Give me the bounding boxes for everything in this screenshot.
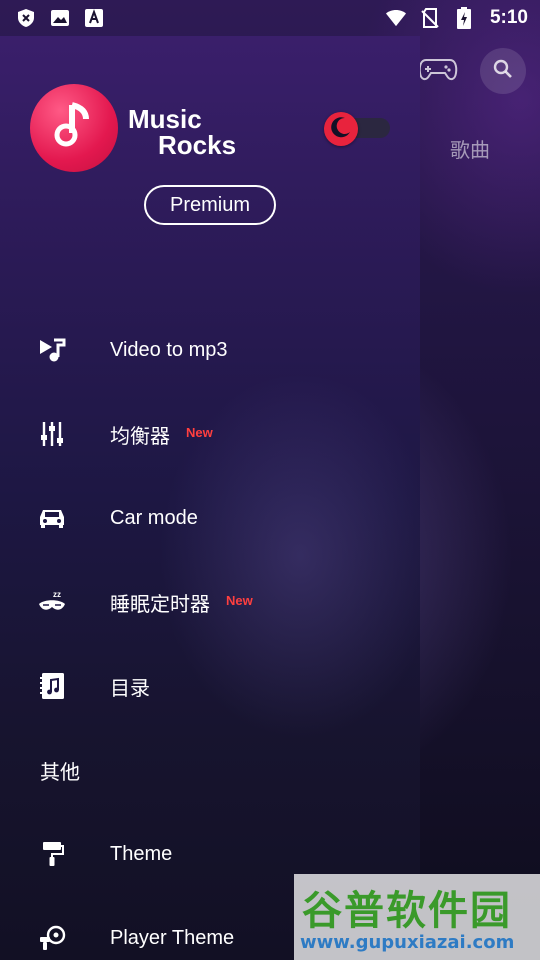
app-logo (30, 84, 118, 172)
player-theme-icon (38, 924, 66, 952)
menu-label: 睡眠定时器 New (110, 588, 253, 617)
gamepad-icon[interactable] (418, 56, 458, 84)
video-music-icon (38, 336, 66, 364)
menu-label-text: 均衡器 (110, 423, 170, 448)
image-icon (50, 8, 70, 28)
toggle-knob (324, 112, 358, 146)
clock: 5:10 (489, 7, 528, 28)
app-name: Music Rocks (128, 106, 236, 158)
night-mode-toggle[interactable] (324, 112, 390, 146)
menu-item-video-to-mp3[interactable]: Video to mp3 (0, 320, 420, 380)
equalizer-icon (38, 420, 66, 448)
watermark-url: www.gupuxiazai.com (300, 932, 515, 953)
menu-item-sleep-timer[interactable]: zz 睡眠定时器 New (0, 572, 420, 632)
menu-item-equalizer[interactable]: 均衡器 New (0, 404, 420, 464)
menu-label: Car mode (110, 506, 198, 529)
sleep-mask-icon: zz (38, 588, 66, 616)
menu-label: 均衡器 New (110, 420, 213, 449)
wifi-icon (385, 8, 406, 28)
svg-text:zz: zz (53, 590, 61, 599)
menu-item-catalog[interactable]: 目录 (0, 656, 420, 716)
premium-button[interactable]: Premium (144, 185, 276, 225)
car-icon (38, 504, 66, 532)
menu-label: Video to mp3 (110, 338, 228, 361)
no-sim-icon (420, 8, 440, 28)
app-topbar (418, 48, 540, 96)
music-note-icon (52, 101, 96, 156)
status-bar: 5:10 (0, 0, 540, 36)
menu-item-car-mode[interactable]: Car mode (0, 488, 420, 548)
app-name-line2: Rocks (158, 130, 237, 160)
music-book-icon (38, 672, 66, 700)
menu-label: Theme (110, 842, 173, 865)
section-title-other: 其他 (40, 760, 80, 784)
navigation-drawer: Music Rocks Premium Video to mp3 均衡器 New … (0, 36, 420, 960)
search-button[interactable] (480, 48, 526, 94)
battery-charging-icon (454, 7, 474, 29)
watermark: 谷普软件园 www.gupuxiazai.com (294, 874, 540, 960)
paint-roller-icon (38, 840, 66, 868)
search-icon (493, 59, 513, 84)
new-badge: New (226, 592, 253, 608)
menu-label: 目录 (110, 675, 150, 700)
menu-label-text: 睡眠定时器 (110, 591, 210, 616)
watermark-title: 谷普软件园 (302, 888, 512, 934)
moon-icon (330, 116, 352, 143)
menu-label: Player Theme (110, 926, 235, 949)
tab-songs[interactable]: 歌曲 (450, 134, 490, 163)
text-a-icon (84, 8, 104, 28)
new-badge: New (186, 424, 213, 440)
close-shield-icon (16, 8, 36, 28)
